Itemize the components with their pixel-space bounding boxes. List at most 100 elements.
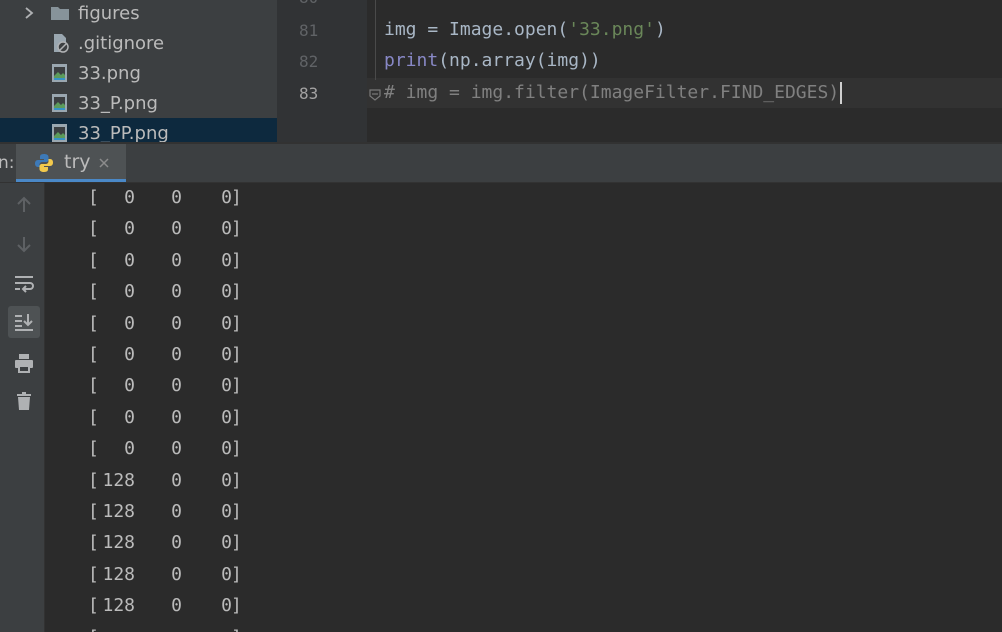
code-token-string: '33.png' [568, 19, 655, 40]
console-value: 0 [124, 281, 135, 303]
line-number: 80 [299, 0, 318, 7]
console-value: 0 [124, 218, 135, 240]
console-value: 0 [124, 249, 135, 271]
console-bracket: ] [231, 438, 242, 460]
console-bracket: ] [231, 218, 242, 240]
console-value: 0 [171, 532, 182, 554]
chevron-right-icon[interactable] [22, 6, 36, 20]
console-value: 0 [171, 249, 182, 271]
code-token: ) [654, 19, 666, 40]
tree-item-33-p-png[interactable]: 33_P.png [0, 88, 277, 118]
run-window-label: n: [0, 153, 15, 173]
console-value: 0 [124, 406, 135, 428]
tree-item-33-pp-png[interactable]: 33_PP.png [0, 118, 277, 142]
tree-item-label: figures [78, 2, 140, 24]
console-value: 0 [171, 563, 182, 585]
console-value: 0 [124, 312, 135, 334]
line-number: 81 [299, 21, 319, 40]
run-side-toolbar [0, 183, 45, 632]
image-file-icon [52, 64, 67, 82]
console-bracket: ] [231, 312, 242, 334]
tree-item-label: 33_PP.png [78, 122, 169, 143]
console-value: 0 [171, 344, 182, 365]
console-value: 0 [221, 312, 232, 334]
code-editor[interactable]: 80 81 82 83 img = Image.open('33.png') p… [277, 0, 1002, 142]
code-token: (np.array(img)) [438, 50, 601, 71]
soft-wrap-icon [15, 276, 34, 293]
tree-item-label: .gitignore [78, 32, 165, 54]
console-value: 0 [171, 187, 182, 208]
console-bracket: ] [231, 595, 242, 617]
console-value: 0 [221, 249, 232, 271]
down-arrow-button[interactable] [8, 228, 40, 260]
console-bracket: ] [231, 281, 242, 303]
soft-wrap-button[interactable] [8, 268, 40, 300]
image-file-icon [52, 124, 67, 142]
tree-item-gitignore[interactable]: .gitignore [0, 28, 277, 58]
down-arrow-icon [17, 237, 31, 253]
line-number: 82 [299, 52, 319, 71]
scroll-to-end-icon [15, 314, 33, 331]
console-value: 0 [171, 406, 182, 428]
console-value: 0 [124, 375, 135, 397]
console-bracket: ] [231, 532, 242, 554]
python-icon [35, 154, 53, 172]
console-value: 0 [171, 469, 182, 491]
console-value: 0 [221, 438, 232, 460]
line-number-current: 83 [299, 84, 319, 103]
ignore-file-icon [54, 34, 69, 53]
console-bracket: ] [231, 375, 242, 397]
console-bracket: ] [231, 187, 242, 208]
code-token-comment: # img = img.filter(ImageFilter.FIND_EDGE… [384, 82, 840, 103]
print-button[interactable] [8, 347, 40, 379]
console-value: 0 [171, 595, 182, 617]
console-bracket: ] [231, 249, 242, 271]
fold-marker-icon[interactable] [368, 88, 382, 102]
console-value: 0 [124, 344, 135, 365]
console-value: 0 [221, 375, 232, 397]
project-tree: figures .gitignore 33.png 33_P.png 33_PP… [0, 0, 277, 142]
console-value: 0 [221, 501, 232, 522]
console-value: 0 [221, 187, 232, 208]
code-token: img = Image.open( [384, 19, 569, 40]
console-output[interactable]: [0 0 0][0 0 0][0 0 0][0 0 0][0 0 0][0 0 0][0 0 0][0 0 0]… [45, 183, 1002, 632]
console-value: 0 [171, 312, 182, 334]
console-bracket: [ [88, 627, 99, 632]
scroll-to-end-button[interactable] [8, 306, 40, 338]
console-value: 0 [221, 218, 232, 240]
code-line[interactable]: print(np.array(img)) [384, 50, 601, 71]
console-value: 0 [171, 281, 182, 303]
line-number-gutter [277, 0, 367, 142]
console-value: 128 [102, 595, 135, 617]
trash-icon [17, 392, 31, 410]
console-value: 0 [221, 344, 232, 365]
console-value: 128 [102, 563, 135, 585]
console-value: 0 [171, 375, 182, 397]
console-bracket: ] [231, 469, 242, 491]
console-value: 0 [221, 532, 232, 554]
tree-item-label: 33.png [78, 62, 141, 84]
code-line[interactable]: img = Image.open('33.png') [384, 19, 666, 40]
console-bracket: ] [231, 344, 242, 365]
console-value: 0 [124, 438, 135, 460]
code-token-builtin: print [384, 50, 439, 71]
console-bracket: ] [231, 501, 242, 522]
console-value: 128 [102, 532, 135, 554]
tree-item-33-png[interactable]: 33.png [0, 58, 277, 88]
code-line-current[interactable]: # img = img.filter(ImageFilter.FIND_EDGE… [384, 82, 843, 104]
console-value: 0 [221, 281, 232, 303]
print-icon [15, 354, 33, 373]
console-value: 0 [171, 218, 182, 240]
console-value: 0 [221, 469, 232, 491]
close-icon[interactable] [97, 156, 111, 170]
active-tab-indicator [16, 179, 126, 182]
console-bracket: ] [231, 627, 242, 632]
tree-item-figures[interactable]: figures [0, 0, 277, 28]
clear-console-button[interactable] [8, 385, 40, 417]
up-arrow-button[interactable] [8, 189, 40, 221]
console-bracket: ] [231, 563, 242, 585]
text-caret [840, 82, 843, 104]
console-value: 0 [221, 563, 232, 585]
up-arrow-icon [17, 196, 31, 212]
tree-item-label: 33_P.png [78, 92, 158, 114]
